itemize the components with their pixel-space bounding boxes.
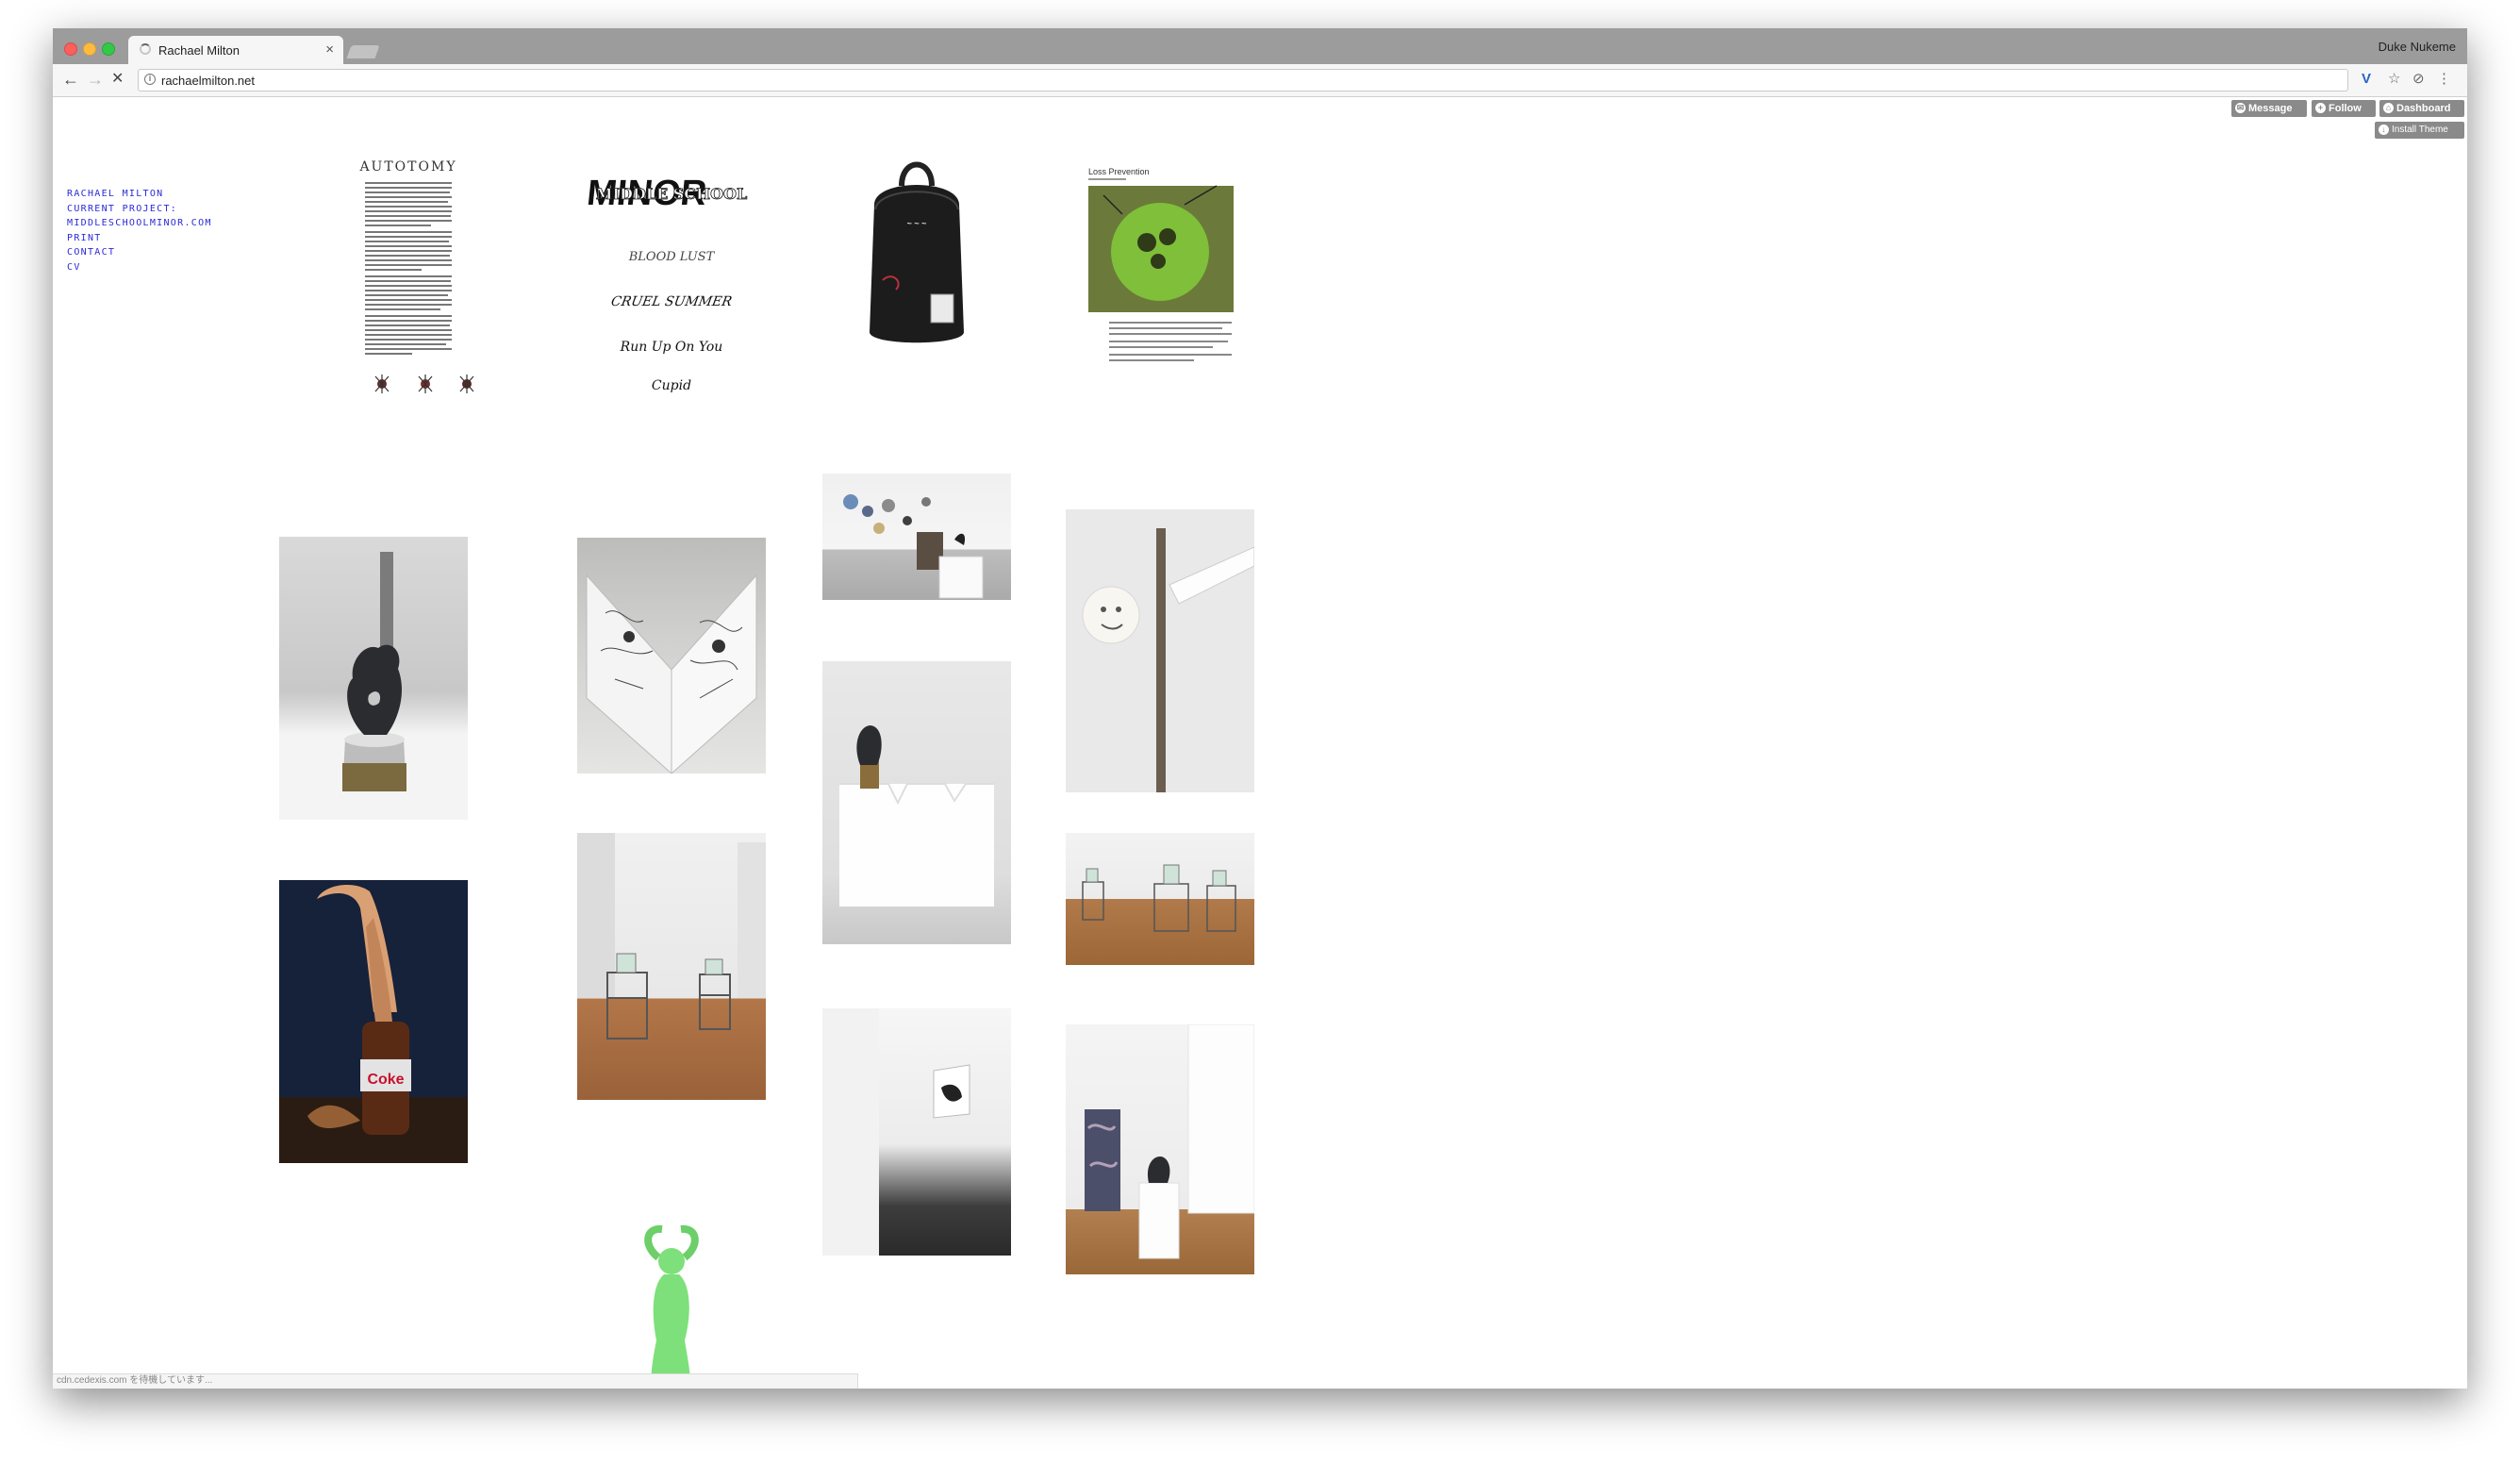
project-link[interactable]: MIDDLESCHOOLMINOR.COM xyxy=(67,216,212,231)
message-label: Message xyxy=(2248,103,2293,114)
middle-school-text: MIDDLE SCHOOL xyxy=(596,185,748,203)
maximize-window-button[interactable] xyxy=(102,42,115,56)
green-figure-photo[interactable] xyxy=(577,1171,766,1389)
menu-dots-icon[interactable]: ⋮ xyxy=(2437,70,2451,89)
dashboard-button[interactable]: ⌂ Dashboard xyxy=(2379,100,2464,117)
print-link[interactable]: PRINT xyxy=(67,231,212,246)
gallery-wall-objects-photo[interactable] xyxy=(822,474,1011,600)
current-project-label: CURRENT PROJECT: xyxy=(67,203,178,214)
install-theme-label: Install Theme xyxy=(2392,125,2448,135)
message-button[interactable]: ✉ Message xyxy=(2231,100,2307,117)
follow-button[interactable]: + Follow xyxy=(2312,100,2376,117)
middle-school-minor-poster[interactable]: MINOR MIDDLE SCHOOL BLOOD LUST CRUEL SUM… xyxy=(577,120,766,393)
coke-sculpture-photo[interactable]: Coke xyxy=(279,880,468,1163)
site-nav: RACHAEL MILTON CURRENT PROJECT: MIDDLESC… xyxy=(67,187,212,274)
address-bar[interactable]: i rachaelmilton.net xyxy=(138,69,2348,92)
loading-spinner-icon xyxy=(140,43,151,55)
tab-close-icon[interactable]: × xyxy=(325,42,334,58)
bookmark-star-icon[interactable]: ☆ xyxy=(2388,70,2400,89)
download-icon: ↓ xyxy=(2379,125,2389,135)
status-bar: cdn.cedexis.com を待機しています... xyxy=(53,1373,858,1389)
gallery-shelves-photo[interactable] xyxy=(577,833,766,1100)
zine-photo[interactable] xyxy=(577,538,766,774)
close-window-button[interactable] xyxy=(64,42,77,56)
dashboard-label: Dashboard xyxy=(2396,103,2451,114)
gallery-painting-pedestal-photo[interactable] xyxy=(1066,1024,1254,1274)
message-icon: ✉ xyxy=(2235,103,2246,113)
blood-lust-link[interactable]: BLOOD LUST xyxy=(628,250,716,264)
plus-icon: + xyxy=(2315,103,2326,113)
extension-v-icon[interactable]: V xyxy=(2362,70,2371,89)
new-tab-button[interactable] xyxy=(346,45,380,58)
svg-text:~ ~ ~: ~ ~ ~ xyxy=(907,219,927,228)
url-text[interactable]: rachaelmilton.net xyxy=(161,74,255,88)
gallery-frame-photo[interactable] xyxy=(822,1008,1011,1256)
tab-rachael-milton[interactable]: Rachael Milton × xyxy=(128,36,343,64)
autotomy-title: AUTOTOMY xyxy=(358,159,456,175)
install-theme-button[interactable]: ↓ Install Theme xyxy=(2375,122,2464,139)
info-icon[interactable]: i xyxy=(144,74,156,85)
black-sculpture-photo[interactable] xyxy=(279,537,468,820)
run-up-link[interactable]: Run Up On You xyxy=(620,340,723,355)
autotomy-poster[interactable]: AUTOTOMY xyxy=(314,120,503,403)
home-icon: ⌂ xyxy=(2383,103,2394,113)
insect-figures xyxy=(374,374,474,393)
stop-loading-icon[interactable]: ✕ xyxy=(111,70,124,89)
plaster-face-photo[interactable] xyxy=(1066,509,1254,792)
tab-title: Rachael Milton xyxy=(158,43,240,58)
page-content: ✉ Message + Follow ⌂ Dashboard ↓ Install The… xyxy=(53,97,2467,1389)
back-arrow-icon[interactable]: ← xyxy=(62,70,79,89)
autotomy-text-block xyxy=(365,182,452,355)
extension-shield-icon[interactable]: ⊘ xyxy=(2412,70,2425,89)
loss-prevention-title: Loss Prevention xyxy=(1088,167,1150,176)
cv-link[interactable]: CV xyxy=(67,260,212,275)
follow-label: Follow xyxy=(2329,103,2362,114)
gallery-tables-photo[interactable] xyxy=(1066,833,1254,965)
cruel-summer-link[interactable]: CRUEL SUMMER xyxy=(610,294,734,309)
tab-bar: Rachael Milton × Duke Nukeme xyxy=(53,28,2467,64)
contact-link[interactable]: CONTACT xyxy=(67,245,212,260)
backpack-photo[interactable]: ~ ~ ~ xyxy=(822,120,1011,356)
profile-name[interactable]: Duke Nukeme xyxy=(2379,40,2456,54)
cupid-link[interactable]: Cupid xyxy=(652,378,691,393)
pedestal-sculpture-photo[interactable] xyxy=(822,661,1011,944)
forward-arrow-icon[interactable]: → xyxy=(87,70,104,89)
site-name-link[interactable]: RACHAEL MILTON xyxy=(67,187,212,202)
minimize-window-button[interactable] xyxy=(83,42,96,56)
loss-prevention-poster[interactable]: Loss Prevention xyxy=(1066,120,1254,365)
browser-window: Rachael Milton × Duke Nukeme ← → ✕ i rac… xyxy=(53,28,2467,1389)
coke-label: Coke xyxy=(367,1072,404,1088)
browser-toolbar: ← → ✕ i rachaelmilton.net V ☆ ⊘ ⋮ xyxy=(53,64,2467,97)
